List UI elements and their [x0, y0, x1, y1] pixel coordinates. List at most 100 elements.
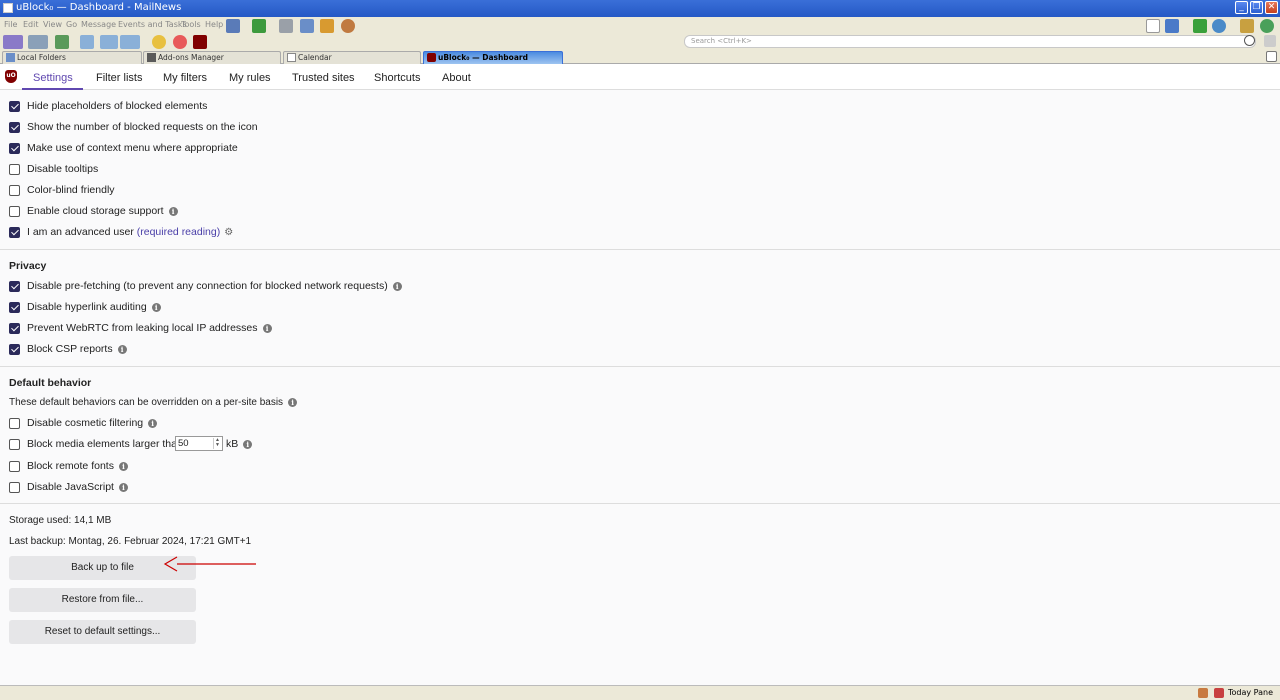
checkbox[interactable] — [9, 482, 20, 493]
restore-button[interactable]: Restore from file... — [9, 588, 196, 612]
tab-about[interactable]: About — [442, 72, 471, 84]
info-icon[interactable]: i — [392, 282, 402, 291]
tab-my-filters[interactable]: My filters — [163, 72, 207, 84]
address-book-icon[interactable] — [1146, 19, 1160, 33]
write-icon[interactable] — [28, 35, 48, 49]
setting-block-media[interactable]: Block media elements larger than 50 ▲ ▼ kB… — [9, 436, 269, 452]
menu-help[interactable]: Help — [205, 20, 223, 29]
menu-tools[interactable]: Tools — [181, 20, 201, 29]
info-icon[interactable]: i — [168, 207, 178, 216]
tab-my-rules[interactable]: My rules — [229, 72, 271, 84]
last-backup: Last backup: Montag, 26. Februar 2024, 1… — [9, 536, 252, 547]
required-reading-link[interactable]: (required reading) — [137, 226, 220, 238]
info-icon[interactable]: i — [243, 440, 253, 449]
divider — [0, 503, 1280, 504]
checkbox[interactable] — [9, 227, 20, 238]
reply-icon[interactable] — [100, 35, 118, 49]
setting-label: Block media elements larger than — [27, 438, 183, 450]
tab-label: Calendar — [298, 53, 332, 62]
info-icon[interactable]: i — [118, 462, 128, 471]
checkbox[interactable] — [9, 164, 20, 175]
tools-icon[interactable] — [300, 19, 314, 33]
search-input[interactable]: Search <Ctrl+K> — [684, 35, 1256, 48]
tab-ublock-dashboard[interactable]: uBlock₀ — Dashboard — [423, 51, 563, 64]
back-icon[interactable] — [80, 35, 94, 49]
tab-list-icon[interactable] — [1266, 51, 1277, 62]
lock-icon[interactable] — [1240, 19, 1254, 33]
dashboard-nav: uO Settings Filter lists My filters My r… — [0, 64, 1280, 90]
ublock-icon[interactable] — [193, 35, 207, 49]
today-pane-label[interactable]: Today Pane — [1228, 688, 1273, 697]
addons-icon[interactable] — [252, 19, 266, 33]
checkbox[interactable] — [9, 461, 20, 472]
info-icon[interactable]: i — [262, 324, 272, 333]
unit-label: kB — [226, 438, 239, 450]
minimize-button[interactable]: _ — [1235, 1, 1248, 14]
calendar-icon[interactable] — [1165, 19, 1179, 33]
extension-icon[interactable] — [1260, 19, 1274, 33]
calculator-icon[interactable] — [279, 19, 293, 33]
forward-icon[interactable] — [120, 35, 140, 49]
checkbox[interactable] — [9, 418, 20, 429]
tab-trusted-sites[interactable]: Trusted sites — [292, 72, 355, 84]
menu-file[interactable]: File — [4, 20, 17, 29]
checkbox[interactable] — [9, 122, 20, 133]
tab-addons-manager[interactable]: Add-ons Manager — [143, 51, 281, 64]
sync-icon[interactable] — [320, 19, 334, 33]
chat-icon[interactable] — [1212, 19, 1226, 33]
checkbox[interactable] — [9, 439, 20, 450]
menu-message[interactable]: Message — [81, 20, 116, 29]
menu-edit[interactable]: Edit — [23, 20, 39, 29]
divider — [0, 249, 1280, 250]
tab-local-folders[interactable]: Local Folders — [2, 51, 142, 64]
checkbox[interactable] — [9, 302, 20, 313]
checkbox[interactable] — [9, 323, 20, 334]
account-icon[interactable] — [341, 19, 355, 33]
setting-label: Enable cloud storage support — [27, 205, 164, 217]
checkbox[interactable] — [9, 281, 20, 292]
info-icon[interactable]: i — [151, 303, 161, 312]
menu-go[interactable]: Go — [66, 20, 77, 29]
menu-events-tasks[interactable]: Events and Tasks — [118, 20, 187, 29]
info-icon[interactable]: i — [118, 483, 128, 492]
menu-view[interactable]: View — [43, 20, 62, 29]
info-icon[interactable]: i — [117, 345, 127, 354]
calendar-tab-icon — [287, 53, 296, 62]
info-icon[interactable]: i — [288, 398, 298, 407]
tip-icon[interactable] — [152, 35, 166, 49]
spinner-icon[interactable]: ▲ ▼ — [213, 438, 221, 449]
tab-shortcuts[interactable]: Shortcuts — [374, 72, 420, 84]
tab-label: uBlock₀ — Dashboard — [438, 53, 528, 62]
info-icon[interactable]: i — [148, 419, 158, 428]
get-messages-icon[interactable] — [3, 35, 23, 49]
privacy-title: Privacy — [9, 260, 47, 272]
search-icon[interactable] — [1244, 35, 1255, 46]
stop-icon[interactable] — [173, 35, 187, 49]
tag-icon[interactable] — [55, 35, 69, 49]
print-icon[interactable] — [226, 19, 240, 33]
checkbox[interactable] — [9, 344, 20, 355]
checkbox[interactable] — [9, 143, 20, 154]
maximize-button[interactable]: ❐ — [1250, 1, 1263, 14]
tab-filter-lists[interactable]: Filter lists — [96, 72, 142, 84]
media-size-input[interactable]: 50 ▲ ▼ — [175, 436, 223, 451]
today-pane-icon[interactable] — [1214, 688, 1224, 698]
close-button[interactable]: ✕ — [1265, 1, 1278, 14]
settings-pane: Hide placeholders of blocked elements Sh… — [0, 90, 1280, 685]
checkbox[interactable] — [9, 101, 20, 112]
tab-calendar[interactable]: Calendar — [283, 51, 421, 64]
gears-icon[interactable]: ⚙ — [224, 227, 233, 238]
reset-button[interactable]: Reset to default settings... — [9, 620, 196, 644]
annotation-arrow-icon — [163, 556, 256, 572]
tasks-icon[interactable] — [1193, 19, 1207, 33]
checkbox[interactable] — [9, 206, 20, 217]
checkbox[interactable] — [9, 185, 20, 196]
tab-settings[interactable]: Settings — [33, 72, 73, 84]
setting-label: Make use of context menu where appropria… — [27, 142, 238, 154]
status-bar: Today Pane — [0, 685, 1280, 700]
ublock-tab-icon — [427, 53, 436, 62]
menu-icon[interactable] — [1264, 35, 1276, 47]
setting-label: Disable hyperlink auditing — [27, 301, 147, 313]
search-placeholder: Search <Ctrl+K> — [691, 37, 752, 45]
window-tab-bar: Local Folders Add-ons Manager Calendar u… — [0, 49, 1280, 64]
